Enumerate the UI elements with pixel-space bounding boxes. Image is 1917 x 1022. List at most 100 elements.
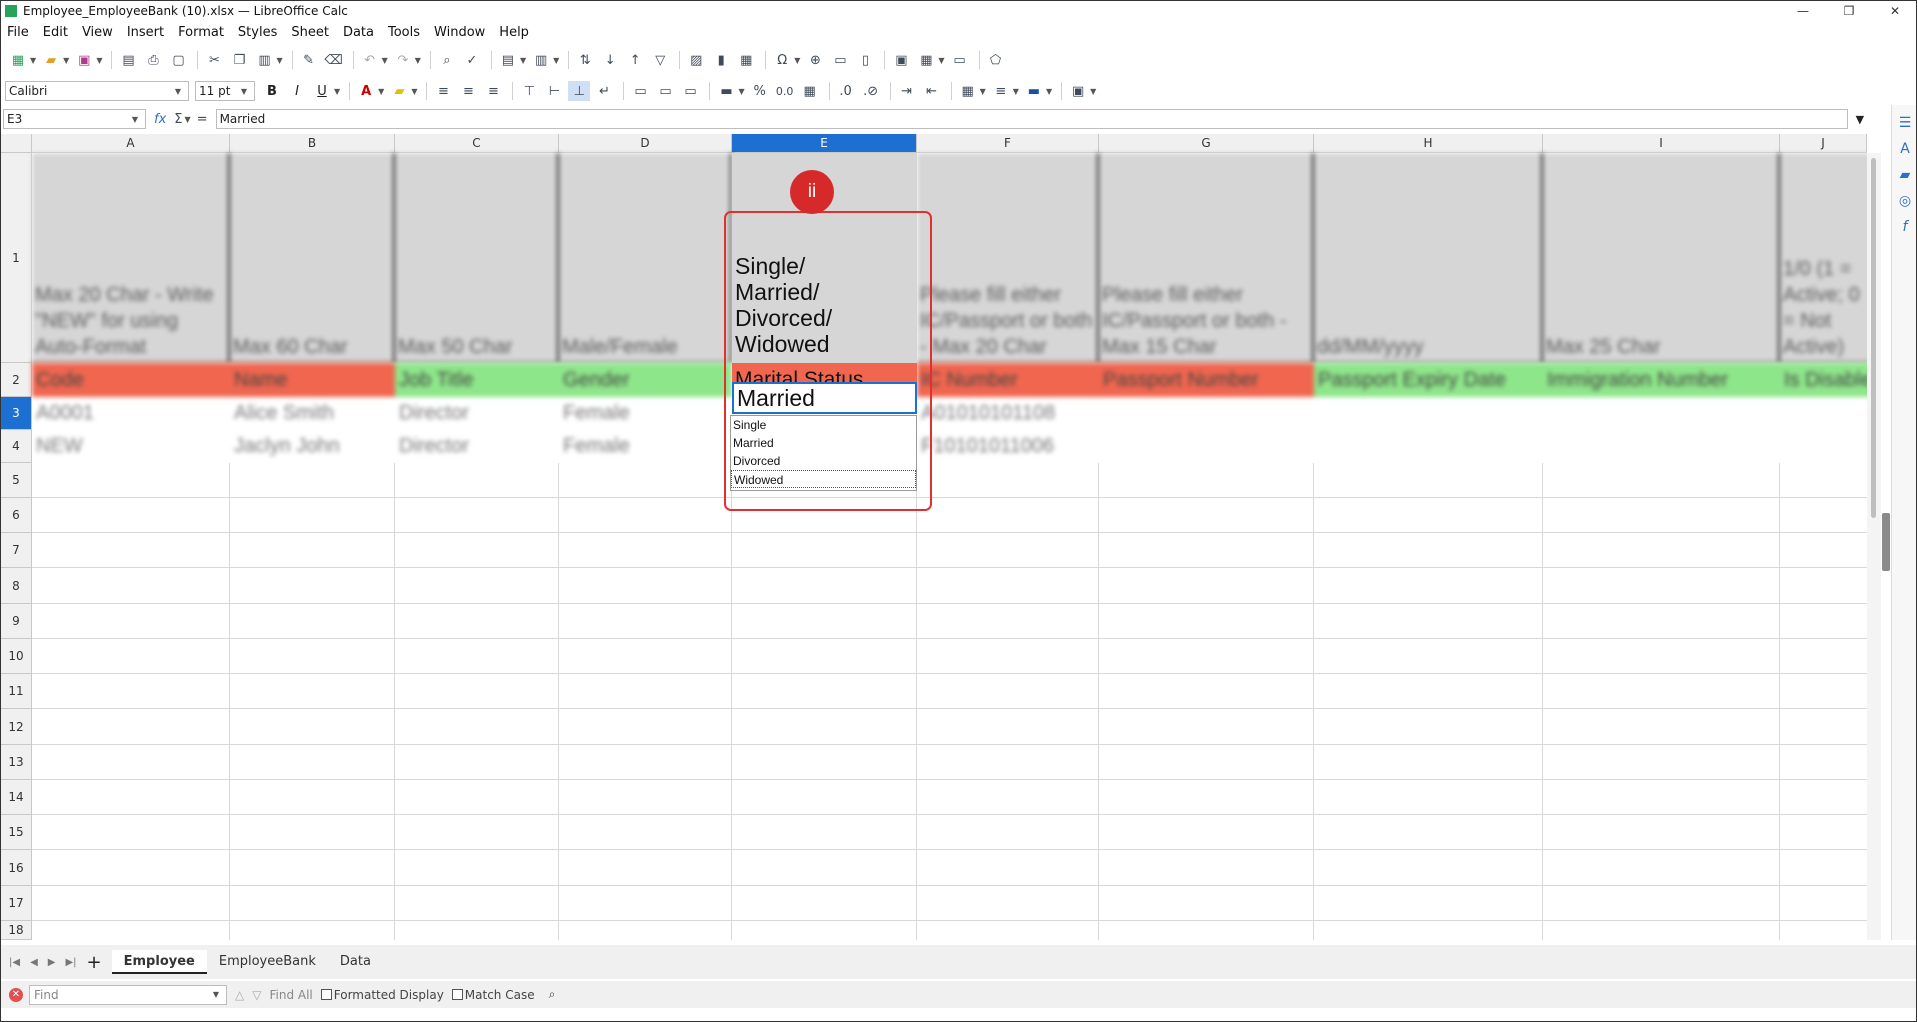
undo-icon[interactable]: ↶ [359, 50, 381, 70]
row-header-15[interactable]: 15 [1, 815, 32, 850]
menu-insert[interactable]: Insert [127, 25, 164, 40]
bold-button[interactable]: B [261, 81, 283, 101]
show-draw-functions-icon[interactable]: ⬠ [985, 50, 1007, 70]
cell-h2[interactable]: Passport Expiry Date [1314, 363, 1543, 397]
column-header-i[interactable]: I [1543, 134, 1780, 153]
hyperlink-icon[interactable]: ⊕ [804, 50, 826, 70]
cell-g2[interactable]: Passport Number [1099, 363, 1314, 397]
match-case-checkbox[interactable] [451, 989, 463, 1000]
maximize-icon[interactable]: ❐ [1826, 4, 1872, 18]
column-header-g[interactable]: G [1099, 134, 1314, 153]
open-folder-icon[interactable]: ▰ [40, 50, 62, 70]
autofilter-icon[interactable]: ▽ [649, 50, 671, 70]
find-replace-dialog-icon[interactable]: ⌕ [549, 987, 556, 1002]
font-color-dropdown-icon[interactable]: ▼ [378, 87, 384, 96]
find-previous-icon[interactable]: △ [235, 988, 244, 1002]
menu-styles[interactable]: Styles [238, 25, 277, 40]
cell-c4[interactable]: Director [395, 430, 559, 462]
cell-f3[interactable]: A01010101108 [917, 397, 1099, 429]
row-header-17[interactable]: 17 [1, 886, 32, 921]
vertical-scroll-thumb[interactable] [1871, 158, 1876, 518]
cell-j2[interactable]: Is Disabled [1780, 363, 1867, 397]
expand-formula-icon[interactable]: ▼ [1856, 113, 1864, 126]
row-header-5[interactable]: 5 [1, 463, 32, 498]
column-header-h[interactable]: H [1314, 134, 1543, 153]
find-input[interactable]: Find ▼ [29, 984, 227, 1005]
new-dropdown-icon[interactable]: ▼ [30, 56, 36, 65]
italic-button[interactable]: I [286, 81, 308, 101]
border-color-icon[interactable]: ▬ [1023, 81, 1045, 101]
sum-dropdown-icon[interactable]: ▼ [185, 115, 191, 124]
menu-help[interactable]: Help [499, 25, 529, 40]
font-color-icon[interactable]: A [355, 81, 377, 101]
functions-icon[interactable]: f [1892, 219, 1916, 235]
cell-a1[interactable]: Max 20 Char - Write "NEW" for using Auto… [32, 153, 230, 363]
column-header-d[interactable]: D [559, 134, 732, 153]
insert-image-icon[interactable]: ▨ [685, 50, 707, 70]
new-document-icon[interactable]: ▦ [7, 50, 29, 70]
cell-f4[interactable]: F10101011006 [917, 430, 1099, 462]
row-header-1[interactable]: 1 [1, 153, 32, 363]
unmerge-cells-icon[interactable]: ▭ [679, 81, 701, 101]
freeze-rows-columns-icon[interactable]: ▦ [915, 50, 937, 70]
function-wizard-icon[interactable]: fx [154, 112, 166, 127]
column-header-a[interactable]: A [32, 134, 230, 153]
row-header-18[interactable]: 18 [1, 921, 32, 940]
number-format-button[interactable]: 0.0 [774, 81, 796, 101]
navigator-icon[interactable]: ◎ [1892, 193, 1916, 209]
row-header-13[interactable]: 13 [1, 745, 32, 780]
border-style-icon[interactable]: ≡ [990, 81, 1012, 101]
menu-view[interactable]: View [82, 25, 113, 40]
cell-b1[interactable]: Max 60 Char [230, 153, 395, 363]
sheet-tab-data[interactable]: Data [328, 950, 383, 974]
cell-d1[interactable]: Male/Female [559, 153, 732, 363]
increase-indent-icon[interactable]: ⇥ [896, 81, 918, 101]
print-preview-icon[interactable]: ▢ [167, 50, 189, 70]
currency-dropdown-icon[interactable]: ▼ [738, 87, 744, 96]
font-size-box[interactable]: 11 pt ▼ [195, 81, 255, 101]
column-header-c[interactable]: C [395, 134, 559, 153]
align-top-icon[interactable]: ⊤ [518, 81, 540, 101]
spreadsheet-grid[interactable]: A B C D E F G H I J 1 2 3 4 5 6 7 8 9 10… [1, 134, 1867, 940]
delete-decimal-icon[interactable]: .⊘ [860, 81, 882, 101]
cell-c2[interactable]: Job Title [395, 363, 559, 397]
cell-i2[interactable]: Immigration Number [1543, 363, 1780, 397]
define-print-area-icon[interactable]: ▣ [890, 50, 912, 70]
menu-data[interactable]: Data [343, 25, 374, 40]
name-box[interactable]: E3 ▼ [3, 109, 146, 129]
cell-c1[interactable]: Max 50 Char [395, 153, 559, 363]
column-header-e[interactable]: E [732, 134, 917, 153]
insert-chart-icon[interactable]: ▮ [710, 50, 732, 70]
menu-file[interactable]: File [7, 25, 29, 40]
select-all-corner[interactable] [1, 134, 32, 153]
row-dropdown-icon[interactable]: ▼ [520, 56, 526, 65]
row-header-12[interactable]: 12 [1, 709, 32, 745]
menu-format[interactable]: Format [178, 25, 224, 40]
borders-dropdown-icon[interactable]: ▼ [980, 87, 986, 96]
percent-button[interactable]: % [749, 81, 771, 101]
formatted-display-checkbox[interactable] [320, 989, 332, 1000]
row-header-11[interactable]: 11 [1, 674, 32, 709]
redo-icon[interactable]: ↷ [392, 50, 414, 70]
menu-tools[interactable]: Tools [388, 25, 420, 40]
split-window-icon[interactable]: ▭ [949, 50, 971, 70]
cell-b3[interactable]: Alice Smith [230, 397, 395, 429]
row-header-16[interactable]: 16 [1, 850, 32, 886]
last-sheet-icon[interactable]: ▶| [65, 957, 76, 968]
close-find-bar-icon[interactable]: ✕ [9, 987, 23, 1002]
headers-footers-icon[interactable]: ▯ [854, 50, 876, 70]
row-header-4[interactable]: 4 [1, 430, 32, 463]
menu-sheet[interactable]: Sheet [291, 25, 329, 40]
border-style-dropdown-icon[interactable]: ▼ [1013, 87, 1019, 96]
row-header-9[interactable]: 9 [1, 604, 32, 639]
paste-icon[interactable]: ▥ [253, 50, 275, 70]
sort-descending-icon[interactable]: ↑ [624, 50, 646, 70]
freeze-dropdown-icon[interactable]: ▼ [938, 56, 944, 65]
column-header-f[interactable]: F [917, 134, 1099, 153]
row-header-8[interactable]: 8 [1, 568, 32, 604]
vertical-scrollbar[interactable] [1867, 153, 1881, 940]
print-icon[interactable]: ⎙ [142, 50, 164, 70]
properties-icon[interactable]: ☰ [1892, 115, 1916, 131]
border-color-dropdown-icon[interactable]: ▼ [1046, 87, 1052, 96]
formula-icon[interactable]: = [197, 112, 208, 127]
